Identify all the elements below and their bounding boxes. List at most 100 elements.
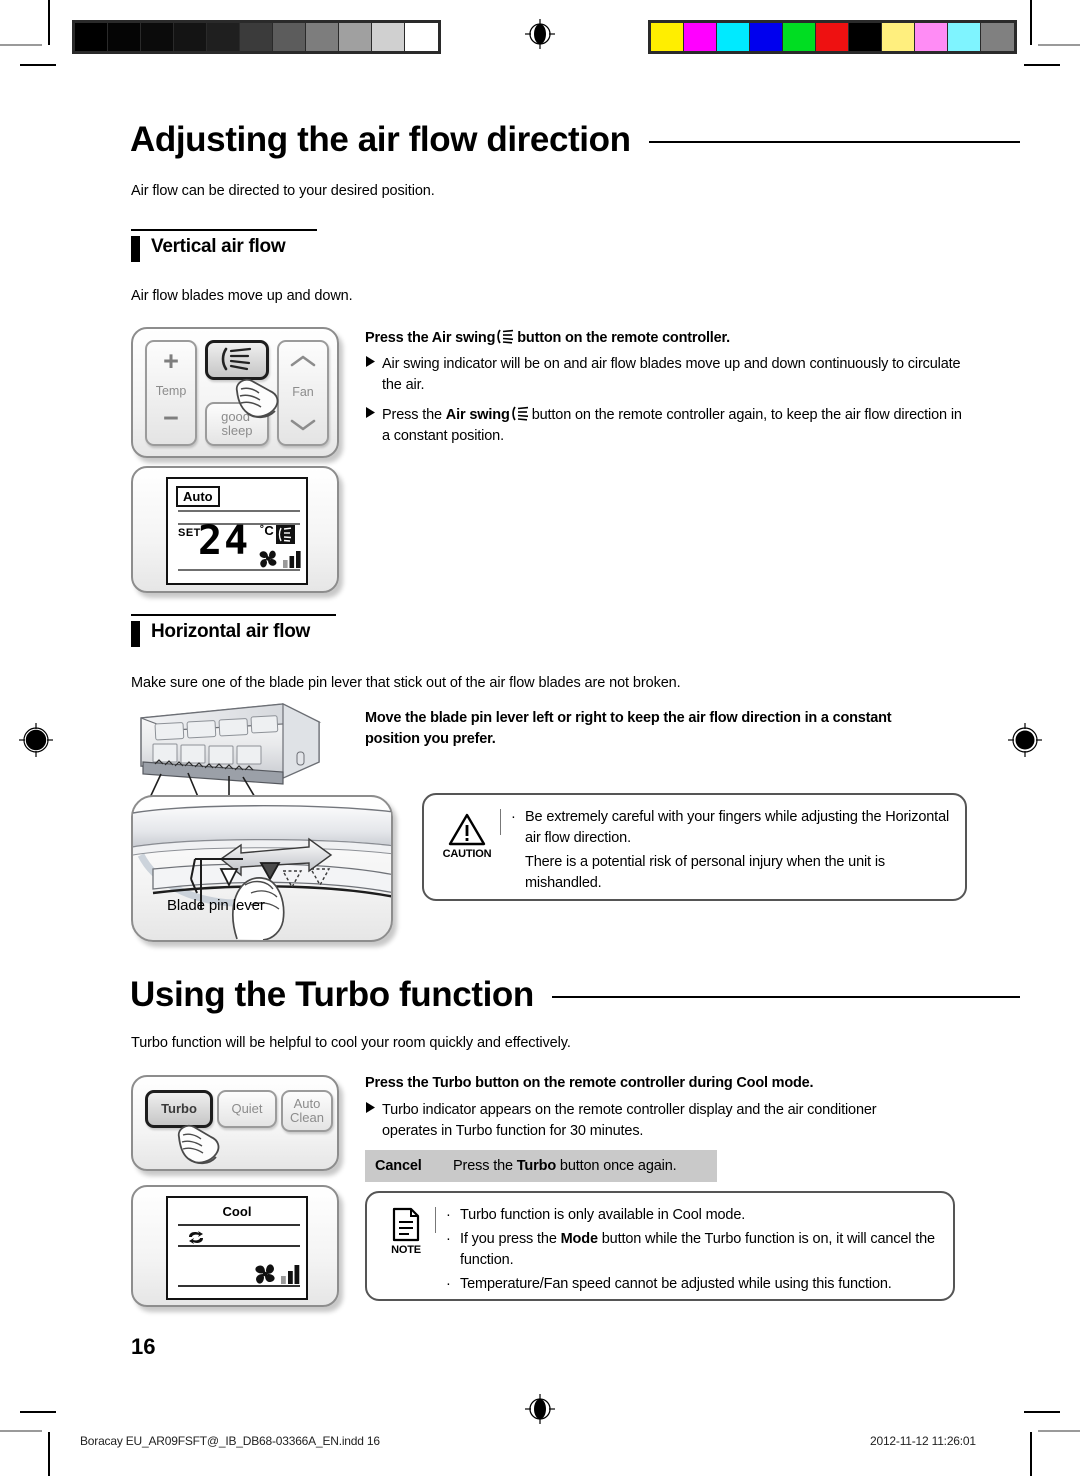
- bullet-part-bold: Air swing: [445, 406, 510, 423]
- lead-bold-air-swing: Air swing: [431, 330, 496, 346]
- temp-button[interactable]: + Temp −: [145, 340, 197, 446]
- cancel-text-bold: Turbo: [516, 1158, 557, 1174]
- footer-filename: Boracay EU_AR09FSFT@_IB_DB68-03366A_EN.i…: [80, 1434, 380, 1448]
- lead-suffix: button on the remote controller during C…: [471, 1075, 814, 1091]
- quiet-button-label: Quiet: [231, 1101, 263, 1117]
- lead-bold-turbo: Turbo: [432, 1075, 472, 1091]
- notice-divider: [500, 809, 501, 835]
- lcd-divider-3: [178, 569, 300, 571]
- lcd-divider-2: [178, 1245, 300, 1247]
- horizontal-air-flow-intro: Make sure one of the blade pin lever tha…: [131, 675, 681, 691]
- cancel-instruction-bar: Cancel Press the Turbo button once again…: [365, 1150, 717, 1182]
- list-item: There is a potential risk of personal in…: [511, 852, 951, 894]
- greyscale-patch-2: [141, 23, 174, 51]
- registration-mark-bottom-center: [523, 1392, 557, 1426]
- greyscale-patch-4: [207, 23, 240, 51]
- trim-mark-bottom-left: [20, 1411, 56, 1413]
- greyscale-patch-3: [174, 23, 207, 51]
- list-item: · If you press the Mode button while the…: [446, 1229, 939, 1271]
- note-label: NOTE: [391, 1244, 421, 1256]
- crop-mark-bottom-left-vertical: [48, 1432, 50, 1476]
- note-text: If you press the Mode button while the T…: [460, 1229, 939, 1271]
- dot-bullet-icon: ·: [446, 1231, 451, 1248]
- greyscale-patch-9: [372, 23, 405, 51]
- note-items: · Turbo function is only available in Co…: [446, 1205, 939, 1292]
- list-item: Air swing indicator will be on and air f…: [365, 354, 965, 397]
- color-calibration-strip: [648, 20, 1017, 54]
- heading-label: Horizontal air flow: [151, 621, 310, 642]
- air-swing-icon: [511, 406, 531, 421]
- air-swing-icon: [496, 329, 516, 344]
- notice-divider: [435, 1207, 436, 1233]
- color-patch-1: [684, 23, 717, 51]
- mode-label-cool: Cool: [222, 1204, 252, 1219]
- greyscale-patch-0: [75, 23, 108, 51]
- crop-mark-bottom-left-horizontal: [0, 1430, 42, 1432]
- heading-label: Vertical air flow: [151, 236, 286, 257]
- auto-clean-label-line2: Clean: [290, 1110, 324, 1125]
- heading-rule: [131, 614, 336, 616]
- greyscale-patch-5: [240, 23, 273, 51]
- remote-display-panel-vertical: Auto SET 24 ˚C: [131, 466, 339, 593]
- footer-timestamp: 2012-11-12 11:26:01: [870, 1434, 976, 1448]
- note-part-bold: Mode: [560, 1231, 598, 1248]
- temp-label: Temp: [155, 384, 187, 398]
- turbo-intro: Turbo function will be helpful to cool y…: [131, 1035, 571, 1051]
- color-patch-4: [783, 23, 816, 51]
- registration-mark-top-center: [523, 17, 557, 51]
- caution-icon-group: CAUTION: [434, 807, 500, 887]
- title-rule: [648, 140, 1020, 143]
- color-patch-2: [717, 23, 750, 51]
- blade-pin-lever-caption: Blade pin lever: [167, 897, 265, 914]
- dot-bullet-icon: ·: [446, 1276, 451, 1293]
- temp-plus-label: +: [163, 346, 179, 376]
- remote-controller-turbo-panel: Turbo Quiet Auto Clean: [131, 1075, 339, 1171]
- bullet-text: Air swing indicator will be on and air f…: [382, 356, 961, 394]
- crop-mark-bottom-right-horizontal: [1038, 1430, 1080, 1432]
- crop-mark-bottom-right-vertical: [1030, 1432, 1032, 1476]
- section-title-air-flow-row: Adjusting the air flow direction: [130, 122, 1020, 157]
- cancel-text: Press the Turbo button once again.: [453, 1158, 677, 1174]
- turbo-lead: Press the Turbo button on the remote con…: [365, 1075, 965, 1091]
- heading-rule: [131, 229, 317, 231]
- dot-bullet-icon: ·: [446, 1207, 451, 1223]
- color-patch-9: [948, 23, 981, 51]
- crop-mark-top-right-vertical: [1030, 0, 1032, 45]
- lcd-screen-turbo: Cool: [166, 1196, 308, 1300]
- dot-bullet-icon: ·: [511, 809, 516, 825]
- cancel-text-prefix: Press the: [453, 1158, 517, 1174]
- greyscale-patch-8: [339, 23, 372, 51]
- air-swing-indicator-icon: [276, 525, 295, 549]
- pressing-hand-icon: [225, 361, 297, 436]
- crop-mark-top-left-horizontal: [0, 44, 42, 46]
- note-document-icon: [392, 1207, 420, 1242]
- caution-items: · Be extremely careful with your fingers…: [511, 807, 951, 891]
- pressing-hand-icon: [169, 1111, 235, 1178]
- set-temperature-value: 24: [198, 518, 251, 564]
- title-rule: [551, 995, 1020, 998]
- list-item: Turbo indicator appears on the remote co…: [365, 1100, 925, 1143]
- crop-mark-top-right-horizontal: [1038, 44, 1080, 46]
- crop-mark-top-left-vertical: [48, 0, 50, 45]
- dot-bullet-spacer: [511, 852, 525, 894]
- air-flow-intro: Air flow can be directed to your desired…: [131, 183, 435, 199]
- color-patch-6: [849, 23, 882, 51]
- caution-box: CAUTION · Be extremely careful with your…: [422, 793, 967, 901]
- list-item: · Be extremely careful with your fingers…: [511, 807, 951, 849]
- heading-bar: [131, 236, 140, 262]
- warning-triangle-icon: [448, 813, 486, 846]
- greyscale-patch-7: [306, 23, 339, 51]
- auto-clean-button[interactable]: Auto Clean: [281, 1090, 333, 1132]
- heading-vertical-air-flow: Vertical air flow: [131, 229, 321, 262]
- air-swing-lead: Press the Air swing button on the remote …: [365, 329, 965, 346]
- list-item: Press the Air swing button on the remote …: [365, 405, 965, 448]
- air-swing-bullets: Air swing indicator will be on and air f…: [365, 354, 965, 456]
- note-icon-group: NOTE: [377, 1205, 435, 1287]
- heading-bar: [131, 621, 140, 647]
- lcd-screen-vertical: Auto SET 24 ˚C: [166, 477, 308, 585]
- page-number: 16: [131, 1334, 156, 1359]
- temperature-unit: ˚C: [260, 523, 274, 538]
- note-part-prefix: If you press the: [460, 1231, 561, 1248]
- lcd-divider-3: [178, 1285, 300, 1287]
- registration-mark-left: [19, 723, 53, 757]
